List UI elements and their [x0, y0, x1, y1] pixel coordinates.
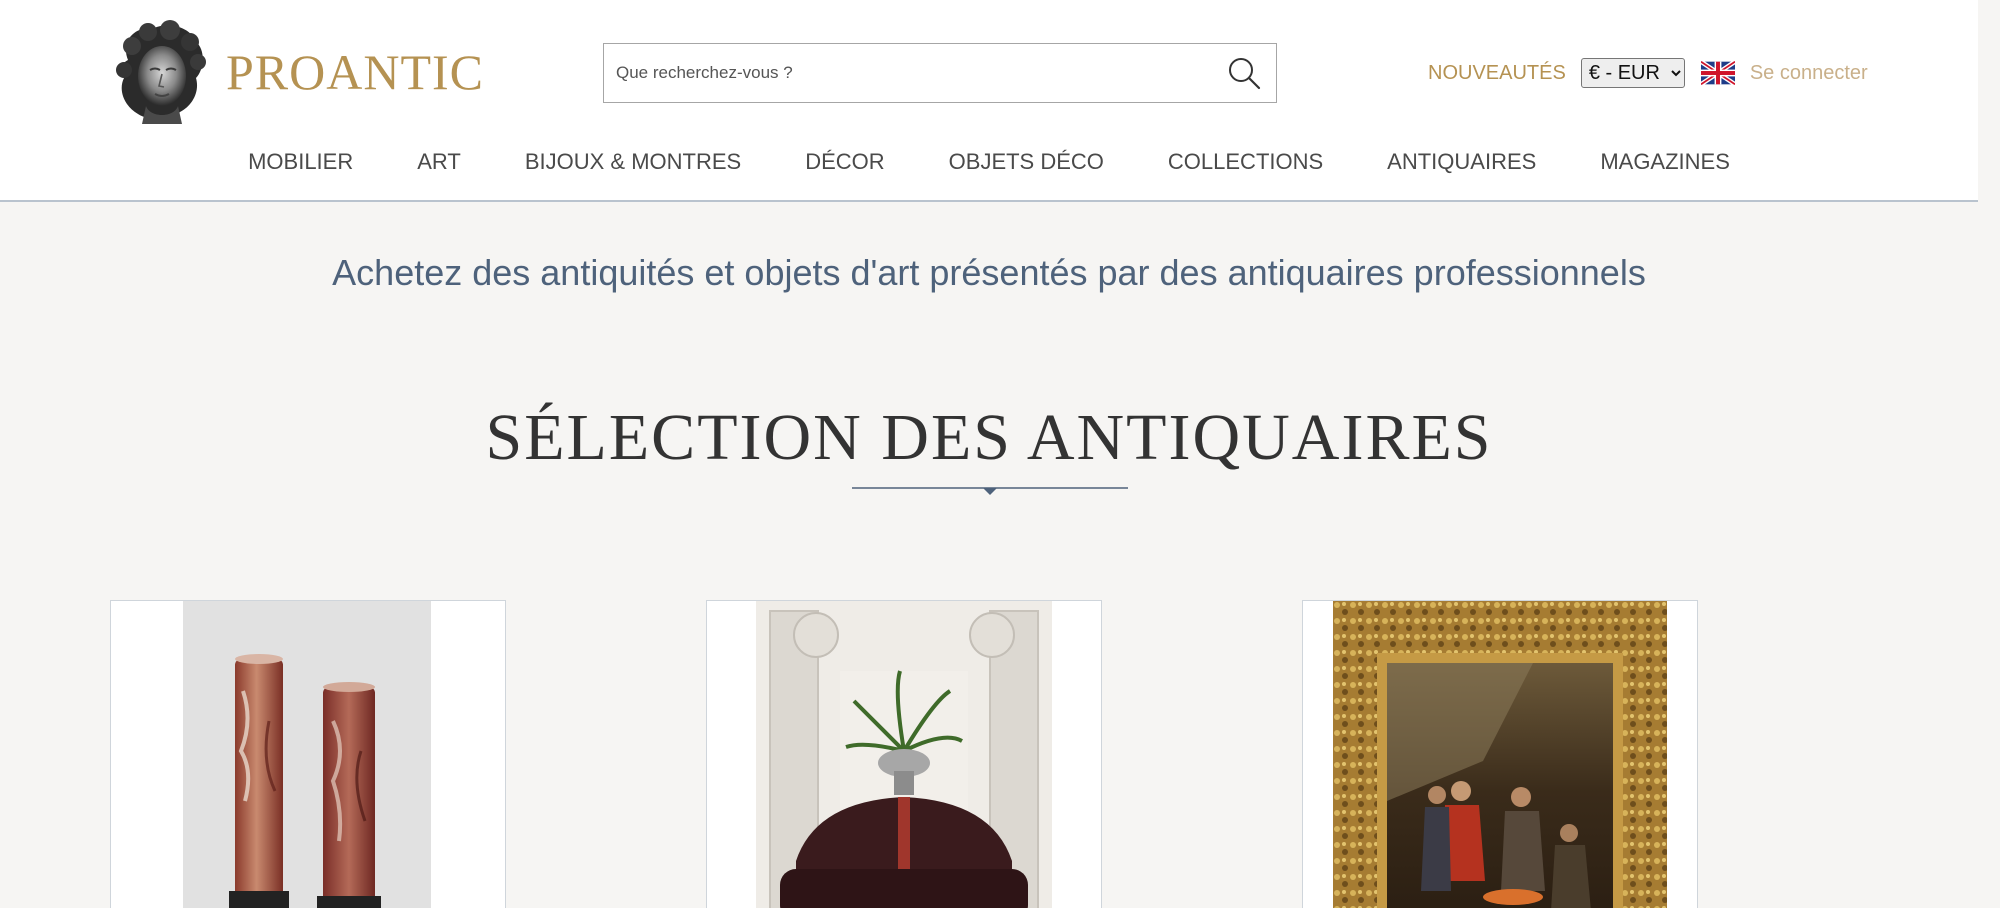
uk-flag-icon[interactable]: [1700, 61, 1735, 85]
section-title: SÉLECTION DES ANTIQUAIRES: [485, 401, 1493, 474]
product-card[interactable]: [110, 600, 506, 908]
login-link[interactable]: Se connecter: [1750, 62, 1868, 85]
nav-item-objets-deco[interactable]: OBJETS DÉCO: [949, 149, 1104, 175]
product-image: [183, 601, 431, 908]
product-image: [756, 601, 1052, 908]
brand-name: PROANTIC: [226, 44, 485, 100]
search-input[interactable]: [604, 44, 1204, 102]
nav-item-magazines[interactable]: MAGAZINES: [1600, 149, 1730, 175]
product-card[interactable]: [706, 600, 1102, 908]
nav-item-decor[interactable]: DÉCOR: [805, 149, 884, 175]
nav-item-collections[interactable]: COLLECTIONS: [1168, 149, 1323, 175]
nav-item-mobilier[interactable]: MOBILIER: [248, 149, 353, 175]
currency-select[interactable]: € - EUR: [1580, 58, 1685, 88]
logo-link[interactable]: PROANTIC: [110, 20, 484, 124]
product-card[interactable]: [1302, 600, 1698, 908]
tagline: Achetez des antiquités et objets d'art p…: [332, 252, 1646, 293]
product-image: [1333, 601, 1667, 908]
nav-item-art[interactable]: ART: [417, 149, 461, 175]
new-arrivals-link[interactable]: NOUVEAUTÉS: [1428, 62, 1566, 85]
search-icon[interactable]: [1226, 55, 1262, 91]
title-divider: [852, 487, 1128, 495]
nav-item-bijoux-montres[interactable]: BIJOUX & MONTRES: [525, 149, 741, 175]
nav-item-antiquaires[interactable]: ANTIQUAIRES: [1387, 149, 1536, 175]
page: PROANTIC NOUVEAUTÉS € - EUR: [0, 0, 1978, 908]
header-actions: NOUVEAUTÉS € - EUR Se connecter: [1428, 57, 1868, 89]
bust-logo-icon: [116, 20, 206, 124]
search-bar: [603, 43, 1277, 103]
main-nav: MOBILIER ART BIJOUX & MONTRES DÉCOR OBJE…: [0, 142, 1978, 182]
site-header: PROANTIC NOUVEAUTÉS € - EUR: [0, 0, 1978, 202]
